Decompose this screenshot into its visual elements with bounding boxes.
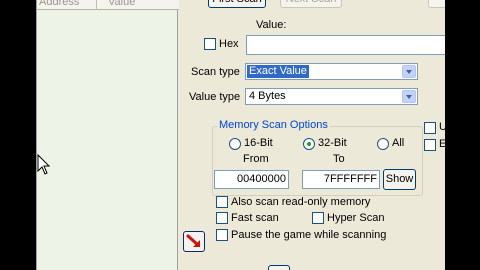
- scan-type-select[interactable]: Exact Value: [245, 63, 418, 80]
- radio-32-bit-label: 32-Bit: [318, 137, 347, 149]
- add-address-manually-button[interactable]: [183, 231, 205, 252]
- fast-scan-checkbox[interactable]: [216, 212, 228, 224]
- chevron-down-icon[interactable]: [402, 90, 416, 103]
- cheat-engine-window: Address Value First Scan Next Scan Value…: [36, 0, 445, 270]
- address-list[interactable]: Address Value: [36, 0, 179, 270]
- hex-checkbox[interactable]: [204, 38, 216, 50]
- address-list-header: Address Value: [37, 0, 179, 10]
- value-type-selected: 4 Bytes: [249, 90, 286, 102]
- radio-32-bit[interactable]: [303, 138, 315, 150]
- radio-selected-dot: [307, 142, 311, 146]
- unrandomizer-checkbox[interactable]: [424, 122, 436, 134]
- right-letterbox: [445, 0, 480, 270]
- mouse-cursor-icon: [37, 154, 51, 175]
- value-type-label: Value type: [189, 91, 241, 103]
- memory-scan-options-title: Memory Scan Options: [217, 119, 330, 131]
- from-label: From: [243, 153, 269, 165]
- value-column-header[interactable]: Value: [108, 0, 135, 8]
- fast-scan-label: Fast scan: [231, 212, 279, 224]
- value-input[interactable]: [246, 35, 445, 55]
- undo-scan-button[interactable]: [428, 0, 445, 8]
- to-address-input[interactable]: 7FFFFFFF: [302, 170, 380, 189]
- scan-type-label: Scan type: [191, 66, 240, 78]
- red-arrow-icon: [186, 234, 200, 247]
- read-only-memory-label: Also scan read-only memory: [231, 196, 371, 208]
- enable-speedhack-checkbox[interactable]: [424, 139, 436, 151]
- radio-16-bit[interactable]: [229, 138, 241, 150]
- radio-all-label: All: [392, 137, 405, 149]
- chevron-down-icon[interactable]: [402, 65, 416, 78]
- next-scan-button[interactable]: Next Scan: [280, 0, 342, 8]
- scan-type-selected: Exact Value: [246, 64, 310, 79]
- pause-game-label: Pause the game while scanning: [231, 229, 387, 241]
- value-label: Value:: [256, 19, 287, 31]
- address-column-header[interactable]: Address: [39, 0, 79, 8]
- first-scan-button[interactable]: First Scan: [208, 0, 266, 8]
- value-type-select[interactable]: 4 Bytes: [245, 88, 418, 105]
- column-separator[interactable]: [96, 0, 97, 10]
- radio-16-bit-label: 16-Bit: [244, 137, 273, 149]
- from-address-input[interactable]: 00400000: [214, 170, 289, 189]
- hyper-scan-label: Hyper Scan: [327, 212, 385, 224]
- to-label: To: [333, 153, 345, 165]
- read-only-memory-checkbox[interactable]: [216, 196, 228, 208]
- show-button[interactable]: Show: [383, 169, 416, 190]
- unrandomizer-label: U: [439, 121, 445, 133]
- bottom-button[interactable]: [268, 265, 290, 270]
- hex-label: Hex: [219, 38, 239, 50]
- pause-game-checkbox[interactable]: [216, 229, 228, 241]
- hyper-scan-checkbox[interactable]: [312, 212, 324, 224]
- left-letterbox: [0, 0, 36, 270]
- radio-all[interactable]: [377, 138, 389, 150]
- enable-speedhack-label: E: [439, 138, 445, 150]
